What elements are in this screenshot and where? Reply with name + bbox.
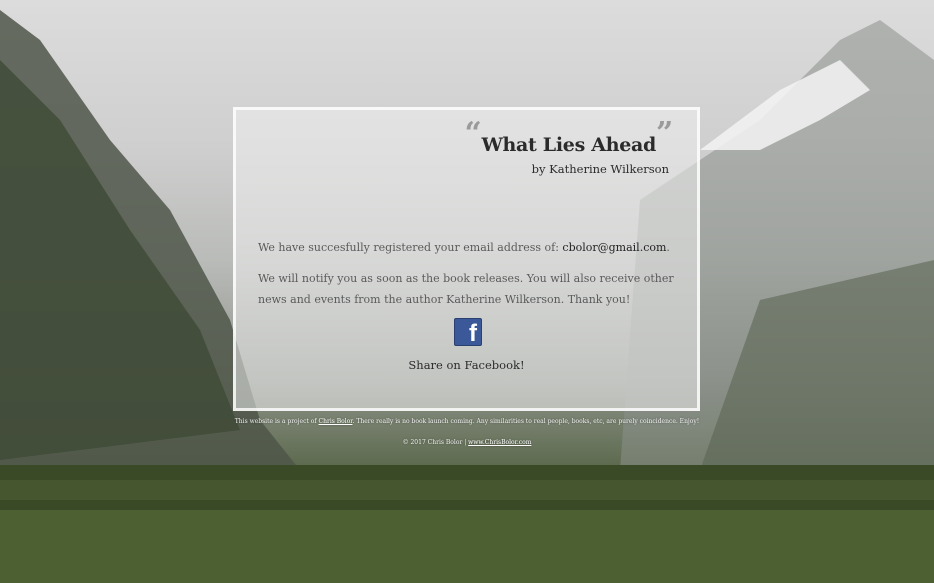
copyright-text: © 2017 Chris Bolor |	[402, 439, 469, 446]
website-link[interactable]: www.ChrisBolor.com	[468, 439, 531, 446]
registration-panel: “ What Lies Ahead ” by Katherine Wilkers…	[233, 107, 700, 411]
facebook-share-button[interactable]: f	[454, 318, 482, 346]
author-byline: by Katherine Wilkerson	[531, 162, 669, 176]
book-title-text: What Lies Ahead	[481, 134, 657, 156]
registration-message-text: We have succesfully registered your emai…	[258, 241, 563, 254]
book-title: “ What Lies Ahead ”	[464, 116, 673, 157]
registration-message: We have succesfully registered your emai…	[258, 237, 678, 258]
notify-message: We will notify you as soon as the book r…	[258, 272, 674, 306]
footer-disclaimer-suffix: . There really is no book launch coming.…	[352, 418, 700, 425]
registered-email: cbolor@gmail.com	[562, 241, 667, 254]
close-quote-icon: ”	[656, 116, 673, 151]
footer-copyright: © 2017 Chris Bolor | www.ChrisBolor.com	[0, 439, 934, 446]
share-on-facebook-link[interactable]: Share on Facebook!	[236, 358, 697, 372]
registration-message-suffix: .	[666, 241, 670, 254]
footer-disclaimer-prefix: This website is a project of	[234, 418, 319, 425]
open-quote-icon: “	[464, 116, 482, 151]
book-heading: “ What Lies Ahead ” by Katherine Wilkers…	[464, 116, 673, 177]
facebook-icon: f	[469, 320, 477, 346]
author-link[interactable]: Chris Bolor	[319, 418, 353, 425]
footer-disclaimer: This website is a project of Chris Bolor…	[0, 418, 934, 425]
